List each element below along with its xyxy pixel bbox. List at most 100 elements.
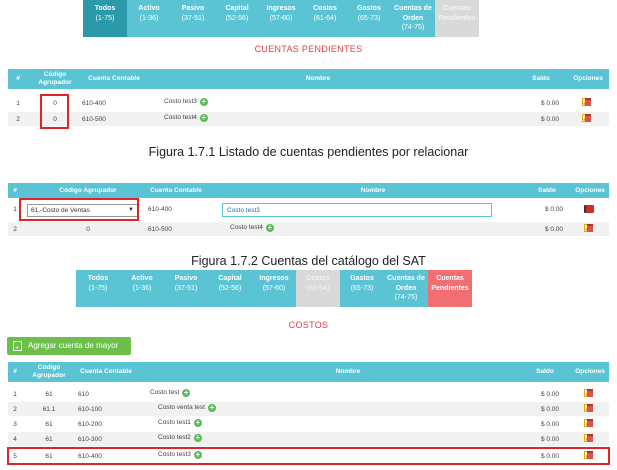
nombre-input[interactable]: Costo test3 (222, 203, 492, 217)
col-cuenta: Cuenta Contable (88, 75, 140, 82)
row-saldo: $ 0.00 (544, 226, 564, 233)
tab-ingresos[interactable]: Ingresos (57-60) (252, 270, 296, 307)
delete-icon[interactable] (587, 224, 593, 232)
tab-cuentas-de-orden[interactable]: Cuentas de Orden (74-75) (391, 0, 435, 37)
tab-label: Activo (138, 5, 160, 12)
tab-costos[interactable]: Costos (61-64) (296, 270, 340, 307)
row-saldo: $ 0.00 (540, 391, 560, 398)
row-cuenta: 610-400 (148, 206, 172, 213)
col-cuenta: Cuenta Contable (80, 368, 132, 375)
highlight-box (40, 94, 69, 129)
add-subaccount-icon[interactable]: + (193, 434, 202, 442)
col-codigo: Código Agrupador (59, 187, 117, 194)
tab-gastos[interactable]: Gastos (65-73) (340, 270, 384, 307)
cancel-icon[interactable] (586, 205, 594, 213)
row-num: 1 (16, 100, 20, 107)
row-saldo: $ 0.00 (540, 436, 560, 443)
row-num: 4 (13, 436, 17, 443)
add-subaccount-icon[interactable]: + (199, 114, 208, 122)
tab-range: (61-64) (313, 14, 337, 22)
add-subaccount-icon[interactable]: + (265, 224, 274, 232)
tab-range: (74-75) (401, 24, 425, 31)
tab-range: (65-73) (350, 284, 374, 292)
table-row: 3 61 610-200 Costo test1 + $ 0.00 (8, 417, 609, 431)
table-row: 1 0 610-400 Costo test3 + $ 0.00 (8, 97, 609, 109)
row-cuenta: 610-400 (82, 100, 106, 107)
row-saldo: $ 0.00 (540, 116, 560, 123)
col-num: # (13, 187, 17, 194)
col-opciones: Opciones (575, 368, 605, 375)
row-codigo: 0 (86, 226, 90, 233)
tab-capital[interactable]: Capital (52-56) (208, 270, 252, 307)
tab-pasivo[interactable]: Pasivo (37-51) (164, 270, 208, 307)
row-nombre: Costo test + (150, 389, 191, 397)
account-tabs-top: Todos (1-75) Activo (1-36) Pasivo (37-51) Capi… (83, 0, 479, 37)
tab-cuentas-de-orden[interactable]: Cuentas de Orden (74-75) (384, 270, 428, 307)
tab-range: (37-51) (181, 14, 205, 22)
tab-label: Todos (94, 5, 116, 12)
delete-icon[interactable] (587, 434, 593, 442)
col-codigo: Código Agrupador (32, 364, 66, 379)
tab-gastos[interactable]: Gastos (65-73) (347, 0, 391, 37)
tab-cuentas-pendientes[interactable]: Cuentas Pendientes (428, 270, 472, 307)
add-major-account-button[interactable]: Agregar cuenta de mayor (7, 337, 131, 358)
row-num: 2 (13, 406, 17, 413)
tab-pasivo[interactable]: Pasivo (37-51) (171, 0, 215, 37)
tab-label: Pasivo (181, 5, 205, 12)
input-value: Costo test3 (227, 207, 260, 214)
col-opciones: Opciones (575, 187, 605, 194)
add-document-icon (13, 340, 22, 358)
row-nombre: Costo test4 + (164, 114, 208, 122)
delete-icon[interactable] (587, 389, 593, 397)
nombre-text: Costo venta test (158, 404, 205, 411)
add-subaccount-icon[interactable]: + (182, 389, 191, 397)
delete-icon[interactable] (587, 419, 593, 427)
row-cuenta: 610-500 (148, 226, 172, 233)
section-title-costos: COSTOS (288, 320, 329, 330)
row-num: 3 (13, 421, 17, 428)
tab-range: (52-56) (225, 14, 249, 22)
col-codigo: Código Agrupador (38, 71, 72, 86)
tab-label: Capital (225, 5, 249, 12)
tab-ingresos[interactable]: Ingresos (57-60) (259, 0, 303, 37)
tab-label: Costos (306, 275, 330, 282)
tab-capital[interactable]: Capital (52-56) (215, 0, 259, 37)
caption-figure-1: Figura 1.7.1 Listado de cuentas pendient… (148, 145, 469, 159)
tab-range: (74-75) (394, 294, 418, 301)
tab-label: Activo (131, 275, 153, 282)
tab-costos[interactable]: Costos (61-64) (303, 0, 347, 37)
row-cuenta: 610-300 (78, 436, 102, 443)
highlight-box (19, 198, 139, 221)
delete-icon[interactable] (585, 98, 591, 106)
add-subaccount-icon[interactable]: + (193, 419, 202, 427)
tab-todos[interactable]: Todos (1-75) (76, 270, 120, 307)
row-num: 1 (13, 391, 17, 398)
tab-range: (1-75) (95, 14, 115, 22)
tab-cuentas-pendientes[interactable]: Cuentas Pendientes (435, 0, 479, 37)
col-nombre: Nombre (305, 75, 331, 82)
account-tabs-costos: Todos (1-75) Activo (1-36) Pasivo (37-51) Capi… (76, 270, 472, 307)
tab-todos[interactable]: Todos (1-75) (83, 0, 127, 37)
table-row: 2 0 610-500 Costo test4 + $ 0.00 (8, 112, 609, 126)
delete-icon[interactable] (585, 114, 591, 122)
row-num: 2 (13, 226, 17, 233)
add-subaccount-icon[interactable]: + (207, 404, 216, 412)
nombre-text: Costo test4 (164, 114, 197, 121)
tab-label: Ingresos (259, 275, 289, 282)
col-opciones: Opciones (573, 75, 603, 82)
row-codigo: 61.1 (42, 406, 56, 413)
caption-figure-2: Figura 1.7.2 Cuentas del catálogo del SA… (191, 254, 426, 268)
col-nombre: Nombre (360, 187, 386, 194)
row-saldo: $ 0.00 (544, 206, 564, 213)
tab-activo[interactable]: Activo (1-36) (120, 270, 164, 307)
tab-label: Pasivo (174, 275, 198, 282)
row-cuenta: 610 (78, 391, 89, 398)
tab-range: (61-64) (306, 284, 330, 292)
nombre-text: Costo test3 (164, 98, 197, 105)
row-cuenta: 610-200 (78, 421, 102, 428)
row-num: 2 (16, 116, 20, 123)
add-subaccount-icon[interactable]: + (199, 98, 208, 106)
tab-range: (1-36) (132, 284, 152, 292)
tab-activo[interactable]: Activo (1-36) (127, 0, 171, 37)
delete-icon[interactable] (587, 404, 593, 412)
